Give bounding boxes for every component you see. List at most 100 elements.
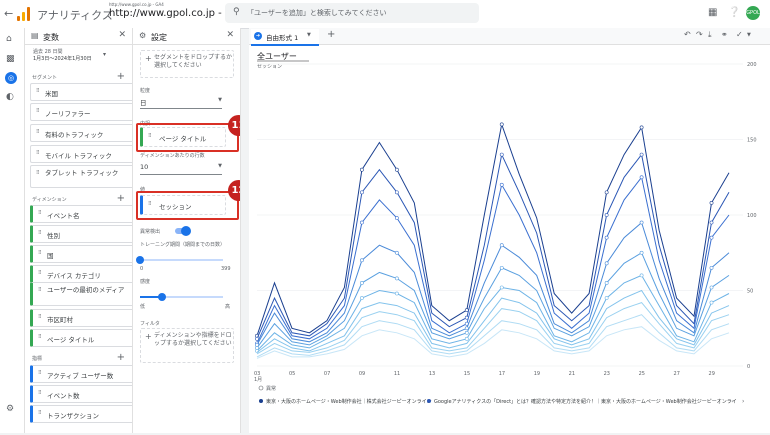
arrow-left-icon[interactable]: ←	[4, 7, 13, 20]
drag-handle-icon[interactable]: ⠿	[36, 170, 40, 176]
chevron-down-icon: ▼	[218, 163, 222, 169]
drag-handle-icon[interactable]: ⠿	[38, 334, 42, 340]
drag-handle-icon[interactable]: ⠿	[38, 390, 42, 396]
share-icon[interactable]: ⚭	[721, 30, 728, 39]
chip-label: イベント名	[47, 212, 80, 220]
dimension-chip[interactable]: ⠿ ページ タイトル	[30, 329, 132, 347]
search-icon: ⚲	[233, 7, 240, 17]
variables-icon: ▤	[31, 31, 39, 40]
drag-handle-icon[interactable]: ⠿	[38, 314, 42, 320]
dimension-chip[interactable]: ⠿ イベント名	[30, 205, 132, 223]
advertising-icon[interactable]: ◐	[6, 92, 14, 102]
account-name[interactable]: http://www.gpol.co.jp - GA4	[109, 2, 164, 7]
training-min: 0	[140, 266, 144, 272]
training-slider[interactable]	[136, 256, 223, 264]
apps-grid-icon[interactable]: ▦	[708, 7, 717, 18]
chip-label: ユーザーの最初のメディア	[47, 286, 125, 294]
drag-handle-icon[interactable]: ⠿	[36, 88, 40, 94]
y-tick-label: 50	[747, 289, 753, 295]
search-input[interactable]: ⚲ 「ユーザーを追加」と検索してみてください	[225, 3, 479, 23]
drag-handle-icon[interactable]: ⠿	[36, 129, 40, 135]
home-icon[interactable]: ⌂	[6, 34, 12, 44]
drag-handle-icon[interactable]: ⠿	[36, 150, 40, 156]
highlight-box-breakdown	[136, 123, 239, 152]
dimension-chip[interactable]: ⠿ デバイス カテゴリ	[30, 265, 132, 283]
chevron-down-icon[interactable]: ▼	[307, 32, 311, 38]
filter-drop-target[interactable]: + ディメンションや指標をドロップするか選択してください	[140, 328, 234, 363]
metric-chip[interactable]: ⠿ イベント数	[30, 385, 132, 403]
data-point	[604, 261, 609, 266]
drag-handle-icon[interactable]: ⠿	[38, 250, 42, 256]
drag-handle-icon[interactable]: ⠿	[36, 108, 40, 114]
dimension-chip[interactable]: ⠿ 国	[30, 245, 132, 263]
data-point	[464, 326, 469, 331]
tab-label: 自由形式 1	[266, 34, 299, 42]
data-point	[394, 291, 399, 296]
metric-chip[interactable]: ⠿ アクティブ ユーザー数	[30, 365, 132, 383]
slider-thumb[interactable]	[136, 256, 144, 264]
x-tick-label: 1月	[254, 377, 262, 383]
undo-icon[interactable]: ↶	[684, 30, 691, 39]
settings-panel: ⚙ 設定 ✕ + セグメントをドロップするか選択してください 粒度 日 ▼ 内訳…	[133, 28, 241, 433]
top-bar: ← アナリティクス http://www.gpol.co.jp - GA4 ht…	[0, 0, 770, 29]
chevron-down-icon[interactable]: ▼	[747, 32, 751, 38]
drag-handle-icon[interactable]: ⠿	[38, 287, 42, 293]
data-point	[394, 276, 399, 281]
data-point	[464, 330, 469, 335]
sensitivity-low: 低	[140, 304, 146, 310]
segment-chip[interactable]: ⠿ ノーリファラー	[30, 103, 132, 121]
legend-item: 東京・大阪のホームページ・Web制作会社｜株式会社ジーピーオンライン	[266, 398, 432, 405]
highlight-box-values	[136, 191, 239, 220]
segment-chip[interactable]: ⠿ タブレット トラフィック	[30, 165, 132, 188]
dimension-chip[interactable]: ⠿ ユーザーの最初のメディア	[30, 282, 132, 306]
slider-thumb[interactable]	[158, 293, 167, 301]
avatar[interactable]: GPOL	[746, 6, 760, 20]
add-dimension-button[interactable]: +	[117, 193, 125, 204]
segment-drop-text: セグメントをドロップするか選択してください	[154, 54, 233, 69]
segment-chip[interactable]: ⠿ 有料のトラフィック	[30, 124, 132, 142]
data-point	[464, 336, 469, 341]
data-point	[394, 250, 399, 255]
add-tab-button[interactable]: +	[327, 29, 335, 40]
drag-handle-icon[interactable]: ⠿	[38, 270, 42, 276]
x-tick-label: 27	[674, 371, 680, 377]
data-point	[604, 281, 609, 285]
y-axis-label: セッション	[257, 64, 282, 70]
download-icon[interactable]: ⤓	[708, 30, 712, 40]
close-icon[interactable]: ✕	[226, 30, 234, 40]
variables-header: ▤ 変数 ✕	[25, 28, 132, 45]
sensitivity-slider[interactable]	[140, 293, 223, 301]
data-point	[394, 167, 399, 172]
dimension-chip[interactable]: ⠿ 性別	[30, 225, 132, 243]
reports-icon[interactable]: ▩	[6, 54, 15, 64]
anomaly-legend-icon	[258, 385, 264, 391]
granularity-select[interactable]: 日 ▼	[140, 95, 222, 109]
help-icon[interactable]: ❔	[728, 7, 740, 18]
explore-icon[interactable]: ◎	[5, 72, 17, 84]
x-tick-label: 23	[604, 371, 610, 377]
drag-handle-icon[interactable]: ⠿	[38, 210, 42, 216]
segment-drop-target[interactable]: + セグメントをドロップするか選択してください	[140, 50, 234, 78]
segment-chip[interactable]: ⠿ モバイル トラフィック	[30, 145, 132, 163]
segment-chip[interactable]: ⠿ 米国	[30, 83, 132, 101]
dimension-chip[interactable]: ⠿ 市区町村	[30, 309, 132, 327]
drag-handle-icon[interactable]: ⠿	[38, 230, 42, 236]
rows-select[interactable]: 10 ▼	[140, 161, 222, 175]
y-tick-label: 150	[747, 138, 757, 144]
metric-chip[interactable]: ⠿ トランザクション	[30, 405, 132, 423]
left-nav: ⌂ ▩ ◎ ◐ ⚙	[0, 28, 25, 433]
close-icon[interactable]: ✕	[118, 30, 126, 40]
data-point	[604, 213, 609, 217]
date-preset: 過去 28 日間	[33, 49, 63, 55]
data-point	[499, 265, 504, 270]
add-metric-button[interactable]: +	[117, 352, 125, 363]
drag-handle-icon[interactable]: ⠿	[38, 410, 42, 416]
settings-icon[interactable]: ⚙	[6, 404, 14, 414]
status-check-icon[interactable]: ✓	[736, 30, 743, 39]
drag-handle-icon[interactable]: ⠿	[38, 370, 42, 376]
chevron-down-icon: ▼	[218, 97, 222, 103]
anomaly-toggle[interactable]	[175, 226, 191, 236]
add-segment-button[interactable]: +	[117, 71, 125, 82]
data-point	[394, 216, 399, 220]
redo-icon[interactable]: ↷	[696, 30, 703, 39]
